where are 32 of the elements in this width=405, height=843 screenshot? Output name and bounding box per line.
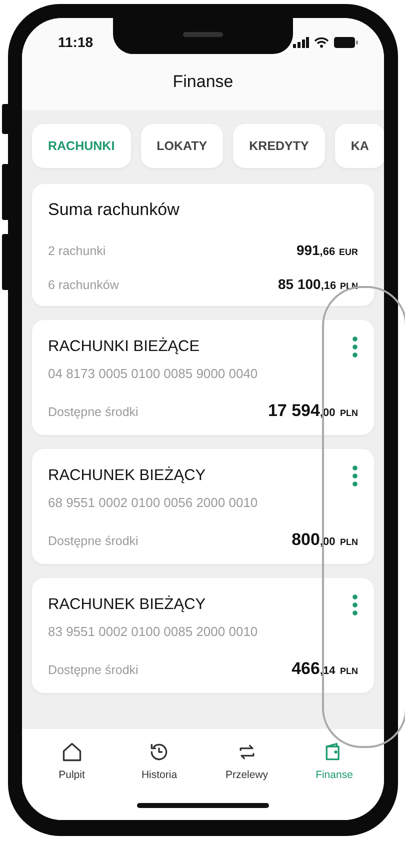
nav-tab[interactable]: Finanse	[290, 741, 378, 781]
card-title: Suma rachunków	[48, 200, 180, 220]
account-name: RACHUNEK BIEŻĄCY	[48, 596, 206, 614]
account-card[interactable]: RACHUNEK BIEŻĄCY 83 9551 0002 0100 0085 2000 0010 Dostępne środki 466,14 PLN	[32, 578, 374, 693]
home-icon	[60, 741, 83, 763]
battery-icon	[334, 36, 358, 48]
more-icon[interactable]	[352, 594, 358, 616]
balance-label: Dostępne środki	[48, 534, 138, 548]
wifi-icon	[314, 36, 329, 48]
account-number: 68 9551 0002 0100 0056 2000 0010	[48, 495, 259, 510]
signal-icon	[293, 36, 309, 48]
category-tab[interactable]: KREDYTY	[233, 124, 325, 168]
account-number: 83 9551 0002 0100 0085 2000 0010	[48, 624, 259, 639]
account-name: RACHUNKI BIEŻĄCE	[48, 338, 200, 356]
category-tab[interactable]: LOKATY	[140, 124, 224, 168]
category-tab[interactable]: RACHUNKI	[32, 124, 131, 168]
amount-text: 466,14 PLN	[292, 659, 358, 679]
balance-label: Dostępne środki	[48, 663, 138, 677]
nav-tab[interactable]: Pulpit	[28, 741, 116, 781]
nav-tab[interactable]: Historia	[116, 741, 203, 781]
account-number: 04 8173 0005 0100 0085 9000 0040	[48, 366, 259, 381]
amount-text: 991,66 EUR	[296, 242, 358, 258]
account-count: 2 rachunki	[48, 244, 106, 258]
more-icon[interactable]	[352, 465, 358, 487]
category-tab[interactable]: KA	[334, 124, 384, 168]
balance-label: Dostępne środki	[48, 405, 138, 419]
account-count: 6 rachunków	[48, 278, 119, 292]
nav-tab[interactable]: Przelewy	[203, 741, 290, 781]
page-title: Finanse	[172, 71, 234, 93]
more-icon[interactable]	[352, 336, 358, 358]
status-time: 11:18	[58, 34, 94, 50]
account-name: RACHUNEK BIEŻĄCY	[48, 467, 206, 485]
